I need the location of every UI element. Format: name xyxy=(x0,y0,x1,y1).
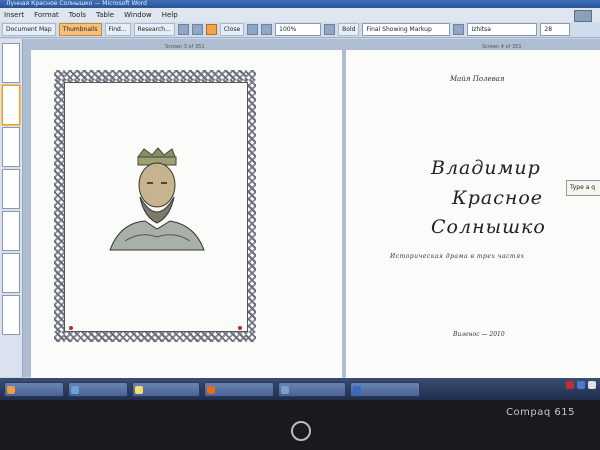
menu-tools[interactable]: Tools xyxy=(69,8,86,22)
page-thumbnail[interactable] xyxy=(2,43,20,83)
menu-table[interactable]: Table xyxy=(96,8,114,22)
document-map-button[interactable]: Document Map xyxy=(2,23,56,36)
bold-button[interactable]: Bold xyxy=(338,23,360,36)
bezel-brand: Compaq 615 xyxy=(506,407,575,418)
font-size-select[interactable]: 28 xyxy=(540,23,571,36)
menu-format[interactable]: Format xyxy=(34,8,59,22)
screen: Лунная Красное Солнышко — Microsoft Word… xyxy=(0,0,600,400)
right-page-label: Screen 4 of 351 xyxy=(482,44,522,50)
taskbar-item[interactable] xyxy=(278,381,346,397)
firefox-icon xyxy=(207,385,215,394)
menu-insert[interactable]: Insert xyxy=(4,8,24,22)
corner-ornament xyxy=(238,326,242,330)
window-icon xyxy=(71,385,79,394)
font-select[interactable]: Izhitsa xyxy=(467,23,538,36)
corner-ornament xyxy=(69,326,73,330)
book-publisher: Виленос — 2010 xyxy=(453,331,505,338)
pan-icon[interactable] xyxy=(261,24,273,35)
taskbar-item[interactable] xyxy=(4,381,64,397)
window-icon xyxy=(281,385,289,394)
compaq-logo-icon xyxy=(291,421,311,441)
arrow-icon[interactable] xyxy=(247,24,259,35)
tray-icon[interactable] xyxy=(566,381,574,389)
view-icon[interactable] xyxy=(177,24,189,35)
toolbar: Document Map Thumbnails Find... Research… xyxy=(0,22,600,38)
review-icon[interactable] xyxy=(453,24,465,35)
close-button[interactable]: Close xyxy=(219,23,245,36)
page-thumbnail[interactable] xyxy=(2,169,20,209)
page-icon[interactable] xyxy=(191,24,203,35)
tray-icon[interactable] xyxy=(577,381,585,389)
folder-icon xyxy=(7,385,15,394)
reading-layout-icon[interactable] xyxy=(205,24,217,35)
left-page-label: Screen 3 of 351 xyxy=(165,44,205,50)
menu-bar: Insert Format Tools Table Window Help xyxy=(0,8,600,22)
taskbar-item[interactable] xyxy=(68,381,128,397)
page-thumbnail[interactable] xyxy=(2,127,20,167)
zoom-icon[interactable] xyxy=(324,24,336,35)
book-title-line-2: Красное xyxy=(452,187,544,209)
taskbar xyxy=(0,378,600,400)
volume-icon[interactable] xyxy=(588,381,596,389)
mail-icon xyxy=(135,385,143,394)
zoom-select[interactable]: 100% xyxy=(275,23,322,36)
book-subtitle: Историческая драма в трех частях xyxy=(390,253,525,260)
markup-select[interactable]: Final Showing Markup xyxy=(362,23,451,36)
page-thumbnail-selected[interactable] xyxy=(2,85,20,125)
book-title-line-1: Владимир xyxy=(431,157,541,179)
right-page[interactable] xyxy=(346,50,600,378)
menu-help[interactable]: Help xyxy=(162,8,178,22)
window-title: Лунная Красное Солнышко — Microsoft Word xyxy=(0,0,600,8)
taskbar-item[interactable] xyxy=(204,381,274,397)
taskbar-item[interactable] xyxy=(350,381,420,397)
thumbnails-button[interactable]: Thumbnails xyxy=(58,23,102,36)
restore-icon[interactable] xyxy=(574,10,592,22)
ask-question-box[interactable]: Type a q xyxy=(566,180,600,196)
system-tray xyxy=(566,381,596,389)
thumbnail-pane xyxy=(0,39,23,377)
page-thumbnail[interactable] xyxy=(2,253,20,293)
book-author: Майя Полевая xyxy=(450,75,505,83)
portrait-illustration xyxy=(109,147,205,251)
menu-window[interactable]: Window xyxy=(124,8,152,22)
word-icon xyxy=(353,385,361,394)
page-thumbnail[interactable] xyxy=(2,295,20,335)
book-title-line-3: Солнышко xyxy=(431,216,546,238)
find-button[interactable]: Find... xyxy=(104,23,131,36)
page-thumbnail[interactable] xyxy=(2,211,20,251)
research-button[interactable]: Research... xyxy=(133,23,175,36)
taskbar-item[interactable] xyxy=(132,381,200,397)
